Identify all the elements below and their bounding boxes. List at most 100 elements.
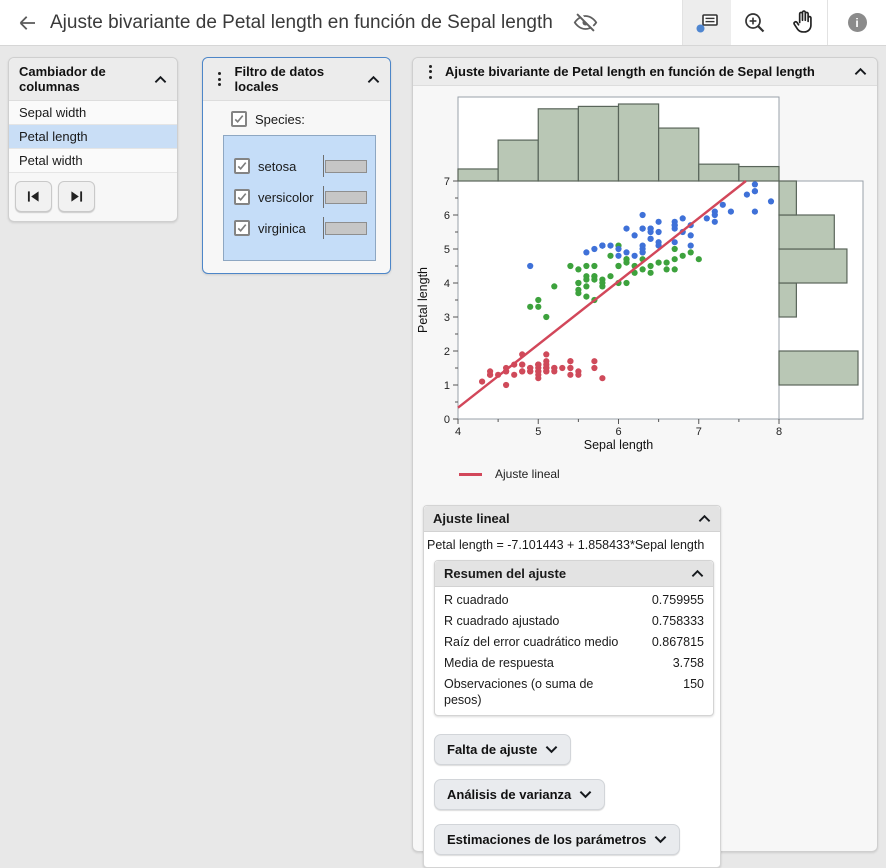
scatter-point-virginica[interactable] <box>752 188 758 194</box>
scatter-point-versicolor[interactable] <box>656 260 662 266</box>
visibility-off-icon[interactable] <box>571 8 601 38</box>
scatter-point-virginica[interactable] <box>648 236 654 242</box>
bivariate-plot[interactable]: 4567801234567Petal lengthSepal length <box>413 92 873 458</box>
zoom-in-tool-icon[interactable] <box>731 0 779 45</box>
scatter-point-setosa[interactable] <box>591 365 597 371</box>
scatter-point-virginica[interactable] <box>744 192 750 198</box>
versicolor-checkbox[interactable] <box>234 189 250 205</box>
info-icon[interactable]: i <box>828 0 886 45</box>
filter-item-setosa[interactable]: setosa <box>234 155 367 177</box>
scatter-point-setosa[interactable] <box>567 372 573 378</box>
next-column-button[interactable] <box>58 181 95 212</box>
scatter-point-versicolor[interactable] <box>583 294 589 300</box>
scatter-point-setosa[interactable] <box>559 365 565 371</box>
scatter-point-virginica[interactable] <box>768 198 774 204</box>
scatter-point-versicolor[interactable] <box>664 266 670 272</box>
virginica-checkbox[interactable] <box>234 220 250 236</box>
scatter-point-versicolor[interactable] <box>672 256 678 262</box>
scatter-point-versicolor[interactable] <box>575 290 581 296</box>
scatter-point-versicolor[interactable] <box>575 266 581 272</box>
scatter-point-virginica[interactable] <box>688 232 694 238</box>
scatter-point-versicolor[interactable] <box>535 304 541 310</box>
scatter-point-versicolor[interactable] <box>583 273 589 279</box>
chevron-up-icon[interactable] <box>691 569 704 578</box>
scatter-point-versicolor[interactable] <box>599 280 605 286</box>
collapsed-section-an-lisis-de-varianza[interactable]: Análisis de varianza <box>434 779 605 810</box>
column-switcher-header[interactable]: Cambiador de columnas <box>9 58 177 101</box>
chevron-up-icon[interactable] <box>154 75 167 84</box>
scatter-point-versicolor[interactable] <box>567 263 573 269</box>
fit-summary-header[interactable]: Resumen del ajuste <box>435 561 713 587</box>
scatter-point-versicolor[interactable] <box>648 270 654 276</box>
scatter-point-versicolor[interactable] <box>648 263 654 269</box>
scatter-point-virginica[interactable] <box>656 219 662 225</box>
scatter-point-setosa[interactable] <box>535 362 541 368</box>
column-item-petal-width[interactable]: Petal width <box>9 149 177 173</box>
scatter-point-virginica[interactable] <box>680 215 686 221</box>
scatter-point-virginica[interactable] <box>672 222 678 228</box>
scatter-point-setosa[interactable] <box>543 362 549 368</box>
scatter-point-setosa[interactable] <box>567 365 573 371</box>
scatter-point-setosa[interactable] <box>543 351 549 357</box>
scatter-point-setosa[interactable] <box>519 362 525 368</box>
chevron-up-icon[interactable] <box>854 67 867 76</box>
scatter-point-versicolor[interactable] <box>623 280 629 286</box>
chevron-up-icon[interactable] <box>698 514 711 523</box>
scatter-point-versicolor[interactable] <box>672 266 678 272</box>
filter-item-versicolor[interactable]: versicolor <box>234 186 367 208</box>
scatter-point-virginica[interactable] <box>712 212 718 218</box>
collapsed-section-estimaciones-de-los-par-metros[interactable]: Estimaciones de los parámetros <box>434 824 680 855</box>
species-checkbox[interactable] <box>231 111 247 127</box>
scatter-point-versicolor[interactable] <box>591 263 597 269</box>
scatter-point-virginica[interactable] <box>607 243 613 249</box>
scatter-point-versicolor[interactable] <box>696 256 702 262</box>
scatter-point-virginica[interactable] <box>648 229 654 235</box>
scatter-point-virginica[interactable] <box>623 249 629 255</box>
scatter-point-virginica[interactable] <box>623 226 629 232</box>
bivariate-report-header[interactable]: Ajuste bivariante de Petal length en fun… <box>413 58 877 86</box>
scatter-point-virginica[interactable] <box>599 243 605 249</box>
scatter-point-virginica[interactable] <box>656 229 662 235</box>
linear-fit-header[interactable]: Ajuste lineal <box>424 506 720 532</box>
scatter-point-setosa[interactable] <box>527 368 533 374</box>
scatter-point-virginica[interactable] <box>712 219 718 225</box>
setosa-checkbox[interactable] <box>234 158 250 174</box>
scatter-point-virginica[interactable] <box>640 246 646 252</box>
back-arrow-icon[interactable] <box>12 8 42 38</box>
scatter-point-setosa[interactable] <box>479 379 485 385</box>
label-tool-icon[interactable] <box>683 0 731 45</box>
scatter-point-virginica[interactable] <box>527 263 533 269</box>
scatter-point-virginica[interactable] <box>615 246 621 252</box>
scatter-point-versicolor[interactable] <box>527 304 533 310</box>
scatter-point-versicolor[interactable] <box>640 266 646 272</box>
scatter-point-setosa[interactable] <box>487 372 493 378</box>
column-item-sepal-width[interactable]: Sepal width <box>9 101 177 125</box>
scatter-point-setosa[interactable] <box>535 368 541 374</box>
collapsed-section-falta-de-ajuste[interactable]: Falta de ajuste <box>434 734 571 765</box>
scatter-point-setosa[interactable] <box>591 358 597 364</box>
scatter-point-setosa[interactable] <box>575 372 581 378</box>
scatter-point-setosa[interactable] <box>567 358 573 364</box>
filter-item-virginica[interactable]: virginica <box>234 217 367 239</box>
scatter-point-virginica[interactable] <box>752 209 758 215</box>
scatter-point-virginica[interactable] <box>656 239 662 245</box>
scatter-point-versicolor[interactable] <box>591 277 597 283</box>
local-data-filter-header[interactable]: Filtro de datos locales <box>203 58 390 101</box>
scatter-point-setosa[interactable] <box>503 382 509 388</box>
scatter-point-virginica[interactable] <box>640 226 646 232</box>
scatter-point-versicolor[interactable] <box>583 263 589 269</box>
chevron-up-icon[interactable] <box>367 75 380 84</box>
scatter-point-versicolor[interactable] <box>672 246 678 252</box>
scatter-point-setosa[interactable] <box>511 372 517 378</box>
scatter-point-versicolor[interactable] <box>607 273 613 279</box>
scatter-point-virginica[interactable] <box>728 209 734 215</box>
scatter-point-setosa[interactable] <box>519 368 525 374</box>
column-item-petal-length[interactable]: Petal length <box>9 125 177 149</box>
scatter-point-versicolor[interactable] <box>688 249 694 255</box>
scatter-point-versicolor[interactable] <box>623 260 629 266</box>
scatter-point-versicolor[interactable] <box>680 253 686 259</box>
scatter-point-setosa[interactable] <box>599 375 605 381</box>
scatter-point-virginica[interactable] <box>688 243 694 249</box>
scatter-point-virginica[interactable] <box>704 215 710 221</box>
scatter-point-setosa[interactable] <box>551 365 557 371</box>
